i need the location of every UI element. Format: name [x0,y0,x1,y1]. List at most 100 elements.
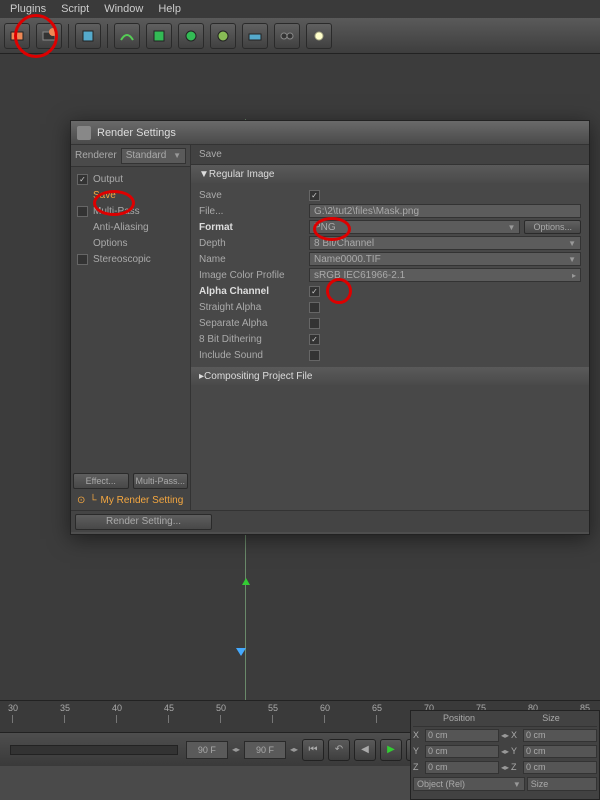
dialog-title-text: Render Settings [97,127,176,139]
cat-multipass[interactable]: Multi-Pass [71,203,190,219]
save-checkbox[interactable] [309,190,320,201]
z-pos-field[interactable]: 0 cm [425,761,499,774]
frame-slider[interactable] [10,745,178,755]
dither-checkbox[interactable] [309,334,320,345]
lbl-alpha: Alpha Channel [199,286,309,297]
render-settings-icon[interactable] [36,23,62,49]
spinner-icon[interactable]: ◂▸ [290,745,298,754]
dialog-icon [77,126,91,140]
main-toolbar [0,18,600,54]
checkbox-icon[interactable] [77,206,88,217]
lbl-name: Name [199,254,309,265]
lbl-icp: Image Color Profile [199,270,309,281]
format-select[interactable]: PNG▼ [309,220,520,234]
y-size-field[interactable]: 0 cm [523,745,597,758]
target-icon: ⊙ [77,495,85,506]
playhead-marker [236,648,246,656]
menu-plugins[interactable]: Plugins [10,3,46,15]
straight-checkbox[interactable] [309,302,320,313]
menu-help[interactable]: Help [158,3,181,15]
icp-select[interactable]: sRGB IEC61966-2.1▸ [309,268,581,282]
name-select[interactable]: Name0000.TIF▼ [309,252,581,266]
menu-script[interactable]: Script [61,3,89,15]
deformer-icon[interactable] [210,23,236,49]
position-header: Position [413,713,505,726]
lbl-file[interactable]: File... [199,206,309,217]
lbl-sound: Include Sound [199,350,309,361]
nurbs-icon[interactable] [146,23,172,49]
goto-start-button[interactable]: ⏮ [302,739,324,761]
size-header: Size [505,713,597,726]
dialog-titlebar[interactable]: Render Settings [71,121,589,145]
section-compositing[interactable]: ▸ Compositing Project File [191,367,589,385]
menu-bar: Plugins Script Window Help [0,0,600,18]
multipass-button[interactable]: Multi-Pass... [133,473,189,489]
checkbox-icon[interactable] [77,174,88,185]
end-frame[interactable]: 90 F [244,741,286,759]
cat-output[interactable]: Output [71,171,190,187]
lbl-separate: Separate Alpha [199,318,309,329]
y-label: Y [413,746,423,756]
play-button[interactable]: ▶ [380,739,402,761]
separator [68,24,69,48]
renderer-label: Renderer [75,150,117,161]
y-pos-field[interactable]: 0 cm [425,745,499,758]
render-settings-dialog: Render Settings Renderer Standard▼ Outpu… [70,120,590,535]
axis-marker [242,578,250,585]
size-mode-select[interactable]: Size [527,777,597,791]
spinner-icon[interactable]: ◂▸ [232,745,240,754]
effect-button[interactable]: Effect... [73,473,129,489]
x-pos-field[interactable]: 0 cm [425,729,499,742]
coordinates-panel: Position Size X0 cm◂▸X0 cm Y0 cm◂▸Y0 cm … [410,710,600,800]
lbl-format: Format [199,222,309,233]
cat-save[interactable]: Save [71,187,190,203]
prev-key-button[interactable]: ↶ [328,739,350,761]
lbl-save: Save [199,190,309,201]
depth-select[interactable]: 8 Bit/Channel▼ [309,236,581,250]
tick-label: 35 [60,703,70,713]
z-size-field[interactable]: 0 cm [523,761,597,774]
array-icon[interactable] [178,23,204,49]
tick-label: 60 [320,703,330,713]
x-size-field[interactable]: 0 cm [523,729,597,742]
floor-icon[interactable] [242,23,268,49]
cube-icon[interactable] [75,23,101,49]
tick-label: 50 [216,703,226,713]
separator [107,24,108,48]
my-render-setting[interactable]: ⊙ └ My Render Setting [71,491,190,510]
file-field[interactable]: G:\2\tut2\files\Mask.png [309,204,581,218]
camera-icon[interactable] [274,23,300,49]
tick-label: 45 [164,703,174,713]
menu-window[interactable]: Window [104,3,143,15]
tick-label: 30 [8,703,18,713]
lbl-dither: 8 Bit Dithering [199,334,309,345]
x-label: X [413,730,423,740]
renderer-select[interactable]: Standard▼ [121,148,186,164]
object-mode-select[interactable]: Object (Rel)▼ [413,777,525,791]
prev-frame-button[interactable]: ◀ [354,739,376,761]
tick-label: 65 [372,703,382,713]
lbl-depth: Depth [199,238,309,249]
category-panel: Renderer Standard▼ Output Save Multi-Pas… [71,145,191,510]
current-frame[interactable]: 90 F [186,741,228,759]
tick-label: 55 [268,703,278,713]
cat-antialias[interactable]: Anti-Aliasing [71,219,190,235]
cat-options[interactable]: Options [71,235,190,251]
panel-header: Save [191,145,589,165]
render-icon[interactable] [4,23,30,49]
section-regular-image[interactable]: ▼ Regular Image [191,165,589,183]
alpha-checkbox[interactable] [309,286,320,297]
category-list: Output Save Multi-Pass Anti-Aliasing Opt… [71,167,190,471]
checkbox-icon[interactable] [77,254,88,265]
separate-checkbox[interactable] [309,318,320,329]
z-label: Z [413,762,423,772]
cat-stereo[interactable]: Stereoscopic [71,251,190,267]
spline-icon[interactable] [114,23,140,49]
sound-checkbox[interactable] [309,350,320,361]
lbl-straight: Straight Alpha [199,302,309,313]
settings-panel: Save ▼ Regular Image Save File...G:\2\tu… [191,145,589,510]
render-setting-button[interactable]: Render Setting... [75,514,212,530]
light-icon[interactable] [306,23,332,49]
options-button[interactable]: Options... [524,220,581,234]
tick-label: 40 [112,703,122,713]
